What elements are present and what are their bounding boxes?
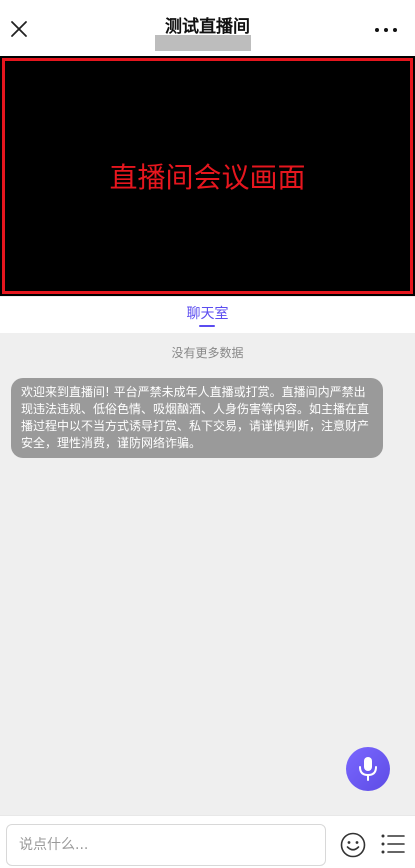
tab-bar: 聊天室 xyxy=(0,296,415,333)
no-more-data-text: 没有更多数据 xyxy=(171,346,244,360)
live-video-area[interactable]: 直播间会议画面 xyxy=(0,56,415,296)
video-overlay-text: 直播间会议画面 xyxy=(109,161,306,194)
emoji-icon[interactable] xyxy=(340,832,366,858)
tab-chatroom[interactable]: 聊天室 xyxy=(0,303,415,323)
chat-input[interactable] xyxy=(6,824,326,866)
microphone-icon xyxy=(359,757,377,781)
bottom-input-bar xyxy=(0,815,415,868)
more-dots-icon[interactable] xyxy=(375,28,399,34)
page-title: 测试直播间 xyxy=(165,17,250,37)
subtitle-placeholder-bar xyxy=(155,35,251,51)
microphone-button[interactable] xyxy=(346,747,390,791)
system-notice-message: 欢迎来到直播间! 平台严禁未成年人直播或打赏。直播间内严禁出现违法违规、低俗色情… xyxy=(11,378,383,458)
top-bar: 测试直播间 xyxy=(0,0,415,56)
menu-list-icon[interactable] xyxy=(381,833,405,855)
tab-active-indicator xyxy=(199,325,215,327)
